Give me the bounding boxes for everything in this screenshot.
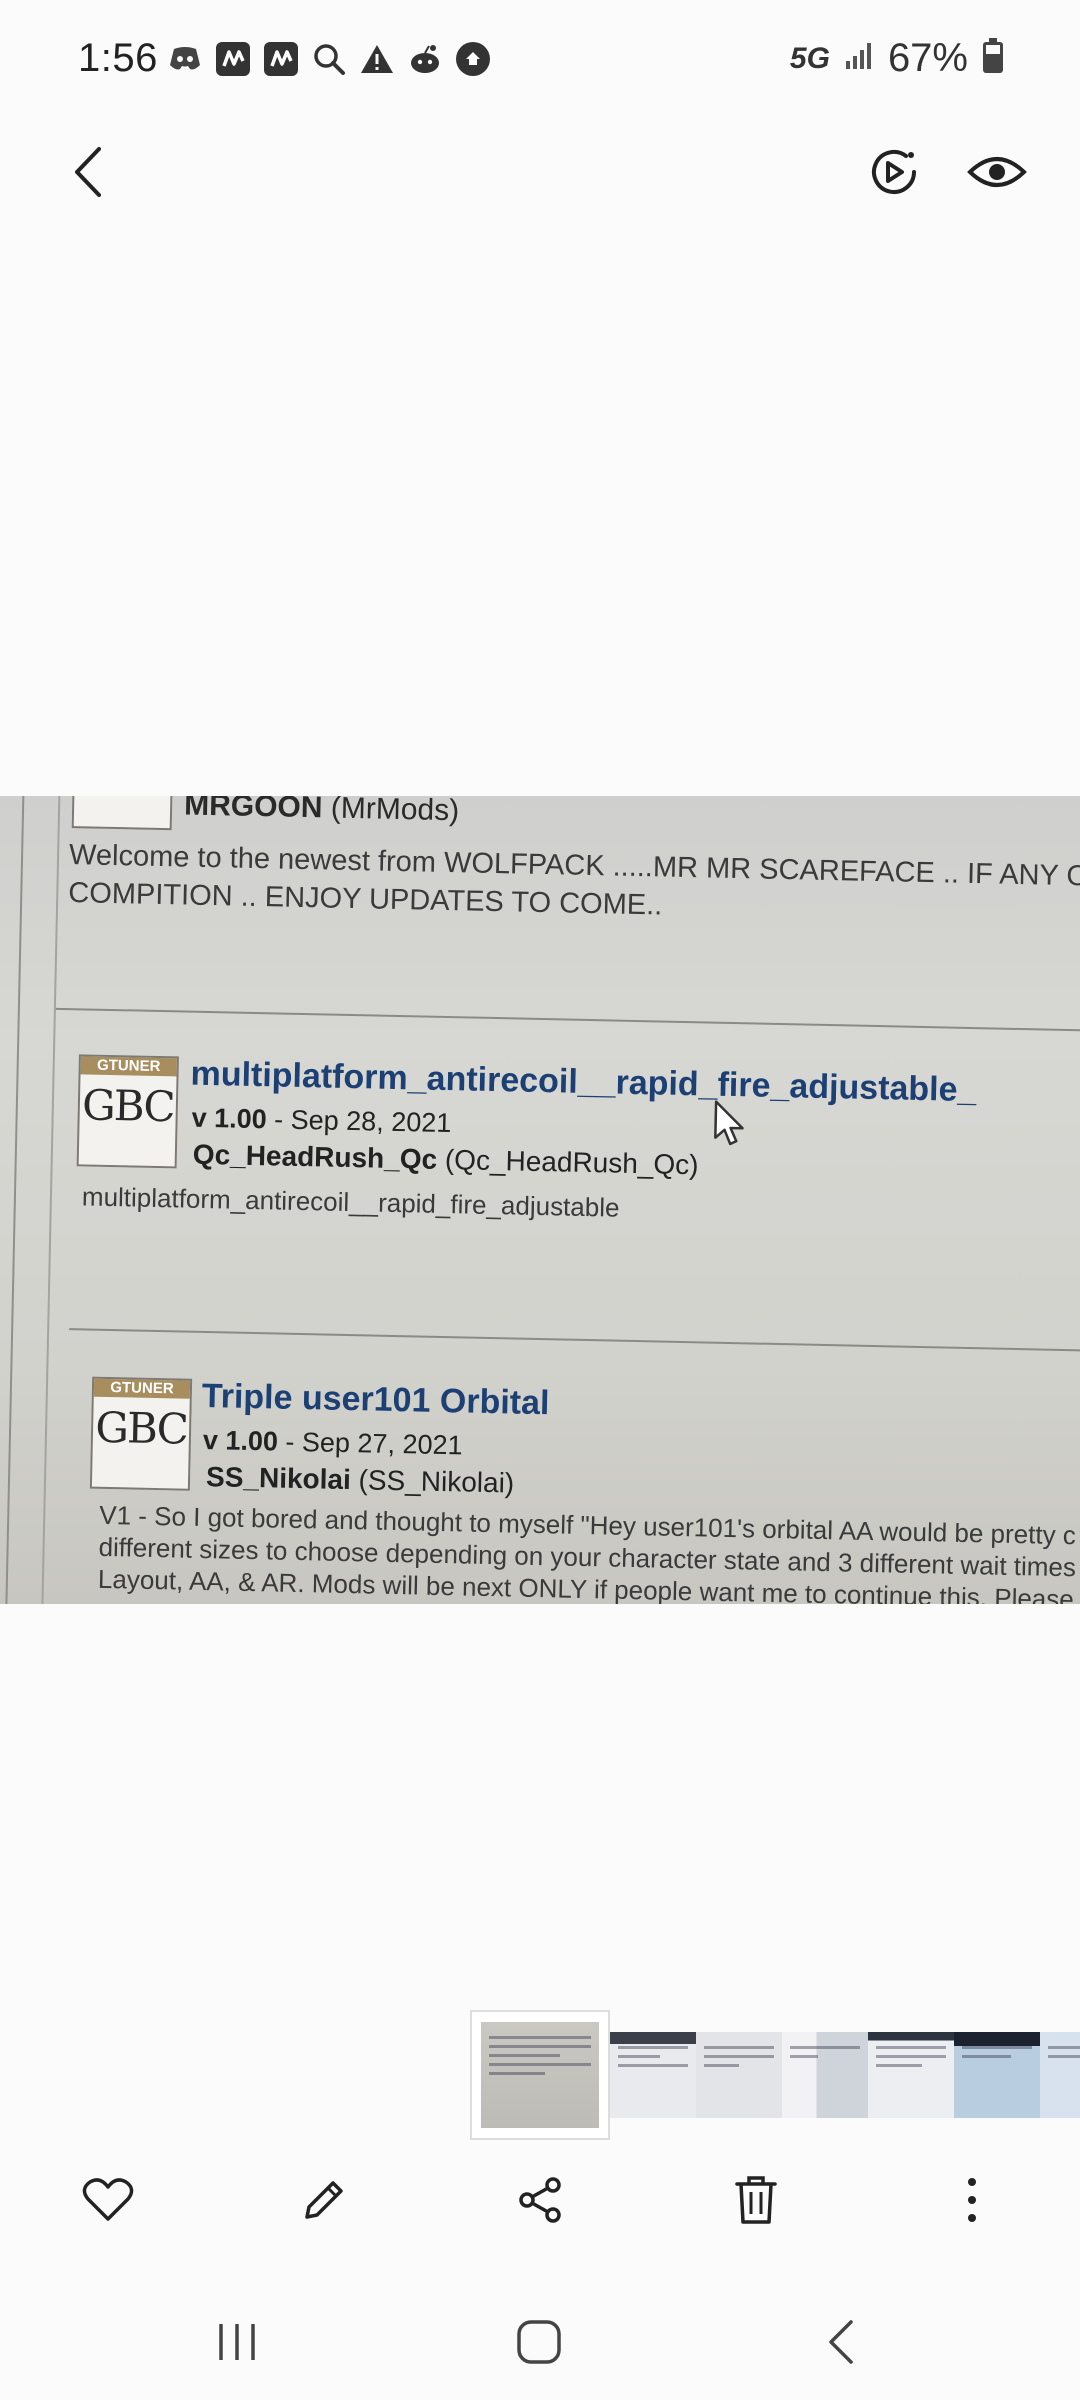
photo-view[interactable]: GBC MRGOON (MrMods) Welcome to the newes…	[0, 796, 1080, 1604]
eye-icon	[967, 157, 1027, 187]
entry-date: - Sep 28, 2021	[266, 1104, 452, 1139]
thumbnail[interactable]	[954, 2032, 1040, 2118]
thumbnail[interactable]	[696, 2032, 782, 2118]
search-icon	[310, 40, 348, 78]
n-app-icon	[262, 40, 300, 78]
entry-description: V1 - So I got bored and thought to mysel…	[97, 1499, 1077, 1604]
thumbnail-selected[interactable]	[470, 2010, 610, 2140]
author-handle: (Qc_HeadRush_Qc)	[436, 1143, 699, 1181]
author-name: Qc_HeadRush_Qc	[192, 1138, 438, 1175]
version-number: v 1.00	[202, 1424, 279, 1457]
recent-apps-button[interactable]	[202, 2312, 272, 2372]
n-app-icon	[214, 40, 252, 78]
battery-icon	[982, 38, 1004, 79]
battery-percent: 67%	[887, 36, 968, 80]
border-line	[4, 796, 25, 1604]
pencil-icon	[305, 2181, 343, 2219]
home-icon	[517, 2320, 561, 2364]
entry-version: v 1.00 - Sep 27, 2021	[203, 1425, 463, 1461]
home-button[interactable]	[504, 2312, 574, 2372]
favorite-button[interactable]	[76, 2168, 140, 2232]
share-icon	[519, 2177, 561, 2223]
trash-icon	[735, 2176, 777, 2224]
motion-play-icon	[872, 150, 916, 194]
gtuner-logo: GTUNER GBC	[89, 1376, 193, 1491]
entry-author: SS_Nikolai (SS_Nikolai)	[206, 1461, 515, 1499]
entry-date: - Sep 27, 2021	[277, 1426, 463, 1461]
system-nav-bar	[0, 2290, 1080, 2400]
entry-divider	[55, 1007, 1080, 1033]
signal-icon	[844, 41, 874, 76]
logo-mark: GBC	[94, 1402, 188, 1454]
author-name: SS_Nikolai	[205, 1461, 352, 1496]
top-entry-description: Welcome to the newest from WOLFPACK ....…	[67, 839, 1080, 922]
motion-photo-button[interactable]	[860, 132, 928, 212]
author-name: MRGOON	[183, 796, 323, 825]
author-handle: (MrMods)	[330, 796, 460, 828]
border-line	[40, 796, 61, 1604]
entry-divider	[69, 1328, 1080, 1354]
thumbnail[interactable]	[782, 2032, 868, 2118]
delete-button[interactable]	[724, 2168, 788, 2232]
entry-title: multiplatform_antirecoil__rapid_fire_adj…	[190, 1054, 977, 1110]
heart-icon	[82, 2178, 134, 2221]
warning-icon	[358, 40, 396, 78]
logo-mark: GBC	[81, 1080, 175, 1132]
status-time: 1:56	[78, 36, 158, 80]
viewer-top-bar	[0, 124, 1080, 220]
thumbnail-strip[interactable]	[470, 2008, 1080, 2142]
entry-version: v 1.00 - Sep 28, 2021	[191, 1103, 451, 1139]
network-type: 5G	[789, 41, 830, 75]
thumbnail[interactable]	[610, 2032, 696, 2118]
photographed-screen: GBC MRGOON (MrMods) Welcome to the newes…	[0, 796, 1080, 1604]
gtuner-logo: GBC	[71, 796, 175, 831]
edit-button[interactable]	[292, 2168, 356, 2232]
action-bar	[0, 2160, 1080, 2240]
back-button[interactable]	[58, 132, 118, 212]
share-button[interactable]	[508, 2168, 572, 2232]
recents-icon	[219, 2324, 255, 2360]
logo-band: GTUNER	[80, 1056, 177, 1077]
notification-icons	[166, 40, 492, 78]
entry-title: Triple user101 Orbital	[201, 1376, 550, 1423]
status-right: 5G 67%	[790, 36, 1004, 81]
chevron-left-icon	[75, 147, 101, 197]
top-entry-author: MRGOON (MrMods)	[184, 796, 460, 828]
app-badge-icon	[454, 40, 492, 78]
status-bar: 1:56 5G 67%	[0, 0, 1080, 124]
view-button[interactable]	[962, 132, 1032, 212]
version-number: v 1.00	[191, 1102, 268, 1135]
discord-icon	[166, 40, 204, 78]
thumbnail[interactable]	[868, 2032, 954, 2118]
entry-description: multiplatform_antirecoil__rapid_fire_adj…	[81, 1181, 620, 1223]
entry-author: Qc_HeadRush_Qc (Qc_HeadRush_Qc)	[193, 1139, 699, 1182]
chevron-left-icon	[829, 2320, 853, 2364]
author-handle: (SS_Nikolai)	[350, 1464, 515, 1499]
more-vertical-icon	[968, 2178, 976, 2222]
logo-band: GTUNER	[93, 1378, 191, 1399]
system-back-button[interactable]	[806, 2312, 876, 2372]
thumbnail[interactable]	[1040, 2032, 1080, 2118]
gtuner-logo: GTUNER GBC	[76, 1054, 179, 1169]
more-options-button[interactable]	[940, 2168, 1004, 2232]
mouse-cursor-icon	[714, 1100, 744, 1146]
reddit-icon	[406, 40, 444, 78]
